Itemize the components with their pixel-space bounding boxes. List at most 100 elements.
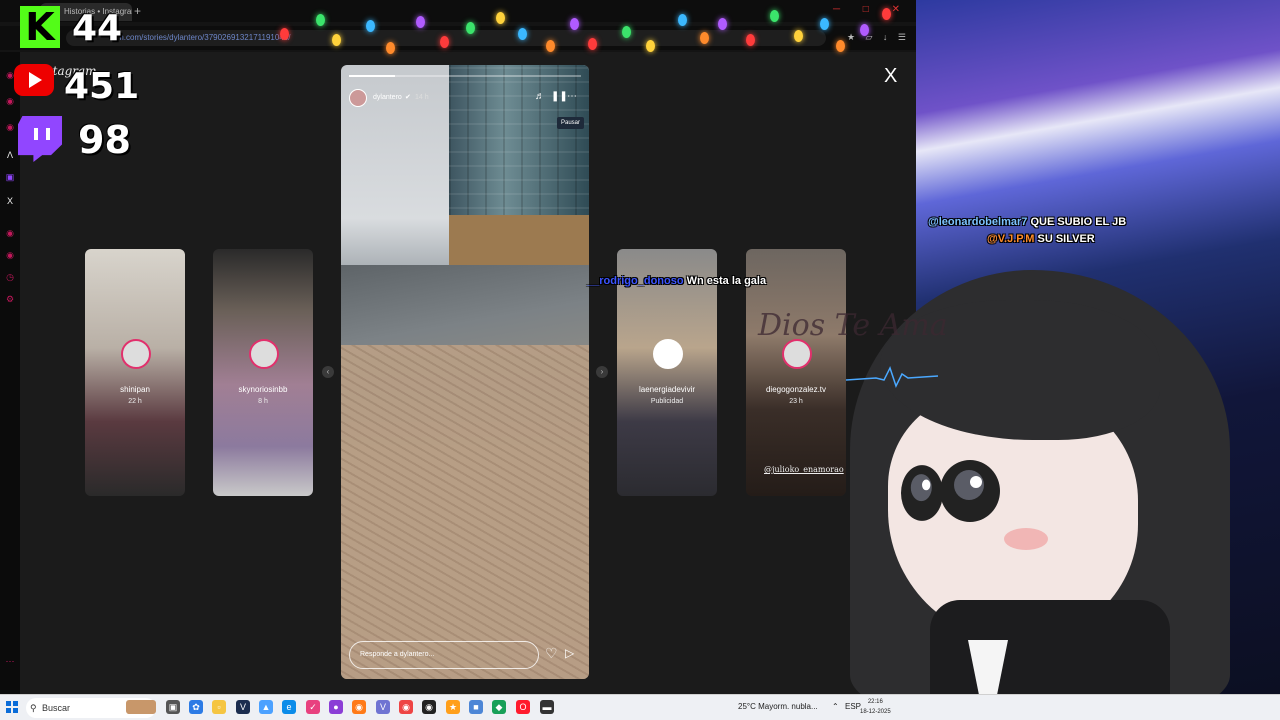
app-dark-icon[interactable]: ▬	[540, 700, 554, 714]
chat-text: SU SILVER	[1037, 233, 1095, 245]
kick-logo: K	[20, 6, 60, 48]
verified-icon: ✔	[405, 94, 411, 101]
copilot-icon[interactable]: ✿	[189, 700, 203, 714]
story-username[interactable]: dylantero	[373, 94, 402, 101]
story-card-shinipan[interactable]: shinipan 22 h	[85, 249, 185, 496]
taskbar-overflow-icon[interactable]: ⌃	[832, 702, 839, 711]
light-bulb	[678, 14, 687, 26]
story-progress-fill	[349, 75, 396, 77]
app-orange-icon[interactable]: ★	[446, 700, 460, 714]
heartbeat-line-overlay	[846, 366, 938, 388]
light-bulb	[836, 40, 845, 52]
sidebar-ai-icon[interactable]: Λ	[5, 150, 15, 160]
story-image-pavement	[341, 345, 589, 679]
mute-icon[interactable]: ♬	[535, 91, 545, 103]
firefox-icon[interactable]: ◉	[352, 700, 366, 714]
sidebar-twitch-icon[interactable]: ▣	[5, 172, 15, 182]
kick-viewer-count: 44	[72, 8, 123, 49]
story-progress-bar	[349, 75, 581, 77]
next-story-arrow[interactable]: ›	[596, 366, 608, 378]
new-tab-button[interactable]: +	[134, 4, 141, 18]
search-label: Buscar	[42, 703, 71, 713]
light-bulb	[570, 18, 579, 30]
edge-icon[interactable]: e	[282, 700, 296, 714]
app-green-icon[interactable]: ◆	[492, 700, 506, 714]
obs-icon[interactable]: ◉	[422, 700, 436, 714]
weather-widget[interactable]: 25°C Mayorm. nubla...	[738, 702, 818, 711]
app-v-icon[interactable]: V	[376, 700, 390, 714]
avatar	[121, 339, 151, 369]
chrome-icon[interactable]: ◉	[399, 700, 413, 714]
story-card-time: 22 h	[128, 398, 142, 405]
vtuber-eye-highlight	[970, 476, 982, 488]
light-bulb	[820, 18, 829, 30]
sidebar-more-icon[interactable]: ⋯	[5, 656, 15, 666]
app-pink-icon[interactable]: ✓	[306, 700, 320, 714]
christmas-lights-overlay	[270, 0, 891, 54]
light-bulb	[860, 24, 869, 36]
sidebar-messenger-icon[interactable]: ◉	[5, 96, 15, 106]
light-bulb	[332, 34, 341, 46]
story-card-time: 8 h	[258, 398, 268, 405]
chat-text: Wn esta la gala	[686, 275, 767, 287]
chat-username: @V.J.P.M	[987, 233, 1035, 245]
app-purple-icon[interactable]: ●	[329, 700, 343, 714]
story-time: 14 h	[415, 94, 429, 101]
pause-icon[interactable]: ❚❚	[551, 91, 568, 103]
sidebar-app3-icon[interactable]: ◉	[5, 250, 15, 260]
light-bulb	[646, 40, 655, 52]
sidebar-app-icon[interactable]: ◉	[5, 122, 15, 132]
light-bulb	[700, 32, 709, 44]
avatar[interactable]	[349, 89, 367, 107]
share-send-icon[interactable]: ▷	[565, 646, 574, 660]
taskbar-clock[interactable]: 22:16 18-12-2025	[860, 697, 891, 717]
start-button[interactable]	[6, 701, 18, 713]
vtuber-blush	[1004, 528, 1048, 550]
app-blue-icon[interactable]: ■	[469, 700, 483, 714]
more-options-icon[interactable]: ⋯	[567, 91, 577, 103]
twitch-eye-left	[34, 128, 38, 140]
twitch-viewer-count: 98	[78, 118, 131, 162]
light-bulb	[882, 8, 891, 20]
language-indicator[interactable]: ESP	[845, 702, 861, 711]
vtuber-right-eye	[940, 460, 1000, 522]
sidebar-app2-icon[interactable]: ◉	[5, 228, 15, 238]
sidebar-x-icon[interactable]: X	[5, 196, 15, 206]
file-explorer-icon[interactable]: ▫	[212, 700, 226, 714]
youtube-viewer-count: 451	[64, 66, 140, 107]
light-bulb	[770, 10, 779, 22]
avatar	[249, 339, 279, 369]
light-bulb	[366, 20, 375, 32]
clock-time: 22:16	[867, 699, 883, 705]
reply-input[interactable]: Responde a dylantero...	[349, 641, 539, 669]
story-card-skynoriosinbb[interactable]: skynoriosinbb 8 h	[213, 249, 313, 496]
light-bulb	[496, 12, 505, 24]
youtube-play-icon	[29, 72, 42, 88]
visual-studio-icon[interactable]: V	[236, 700, 250, 714]
sidebar-settings-icon[interactable]: ⚙	[5, 294, 15, 304]
app-icon[interactable]: ▲	[259, 700, 273, 714]
twitch-eye-right	[46, 128, 50, 140]
story-card-credit: @julioko_enamorao	[764, 465, 844, 474]
close-stories-button[interactable]: X	[884, 64, 897, 88]
screen: Historias • Instagram + ─ □ ✕ ram.com/st…	[0, 0, 1280, 720]
dios-te-ama-overlay: Dios Te Ama	[758, 308, 948, 343]
sidebar-history-icon[interactable]: ◷	[5, 272, 15, 282]
active-story[interactable]: dylantero ✔ 14 h ♬ ❚❚ ⋯ Pausar Responde …	[341, 65, 589, 679]
light-bulb	[440, 36, 449, 48]
task-view-icon[interactable]: ▣	[166, 700, 180, 714]
previous-story-arrow[interactable]: ‹	[322, 366, 334, 378]
windows-taskbar: ⚲ Buscar ▣ ✿ ▫ V ▲ e ✓ ● ◉ V ◉ ◉ ★ ■ ◆ O…	[0, 694, 1280, 720]
youtube-logo	[14, 64, 54, 96]
light-bulb	[718, 18, 727, 30]
like-heart-icon[interactable]: ♡	[545, 645, 558, 662]
story-card-username: diegogonzalez.tv	[765, 385, 827, 394]
light-bulb	[280, 28, 289, 40]
taskbar-widget-icon[interactable]	[126, 700, 156, 714]
chat-username: __rodrigo_donoso	[587, 275, 684, 287]
chat-username: @leonardobelmar7	[928, 216, 1028, 228]
story-card-username: skynoriosinbb	[238, 385, 288, 394]
avatar	[782, 339, 812, 369]
light-bulb	[622, 26, 631, 38]
opera-icon[interactable]: O	[516, 700, 530, 714]
